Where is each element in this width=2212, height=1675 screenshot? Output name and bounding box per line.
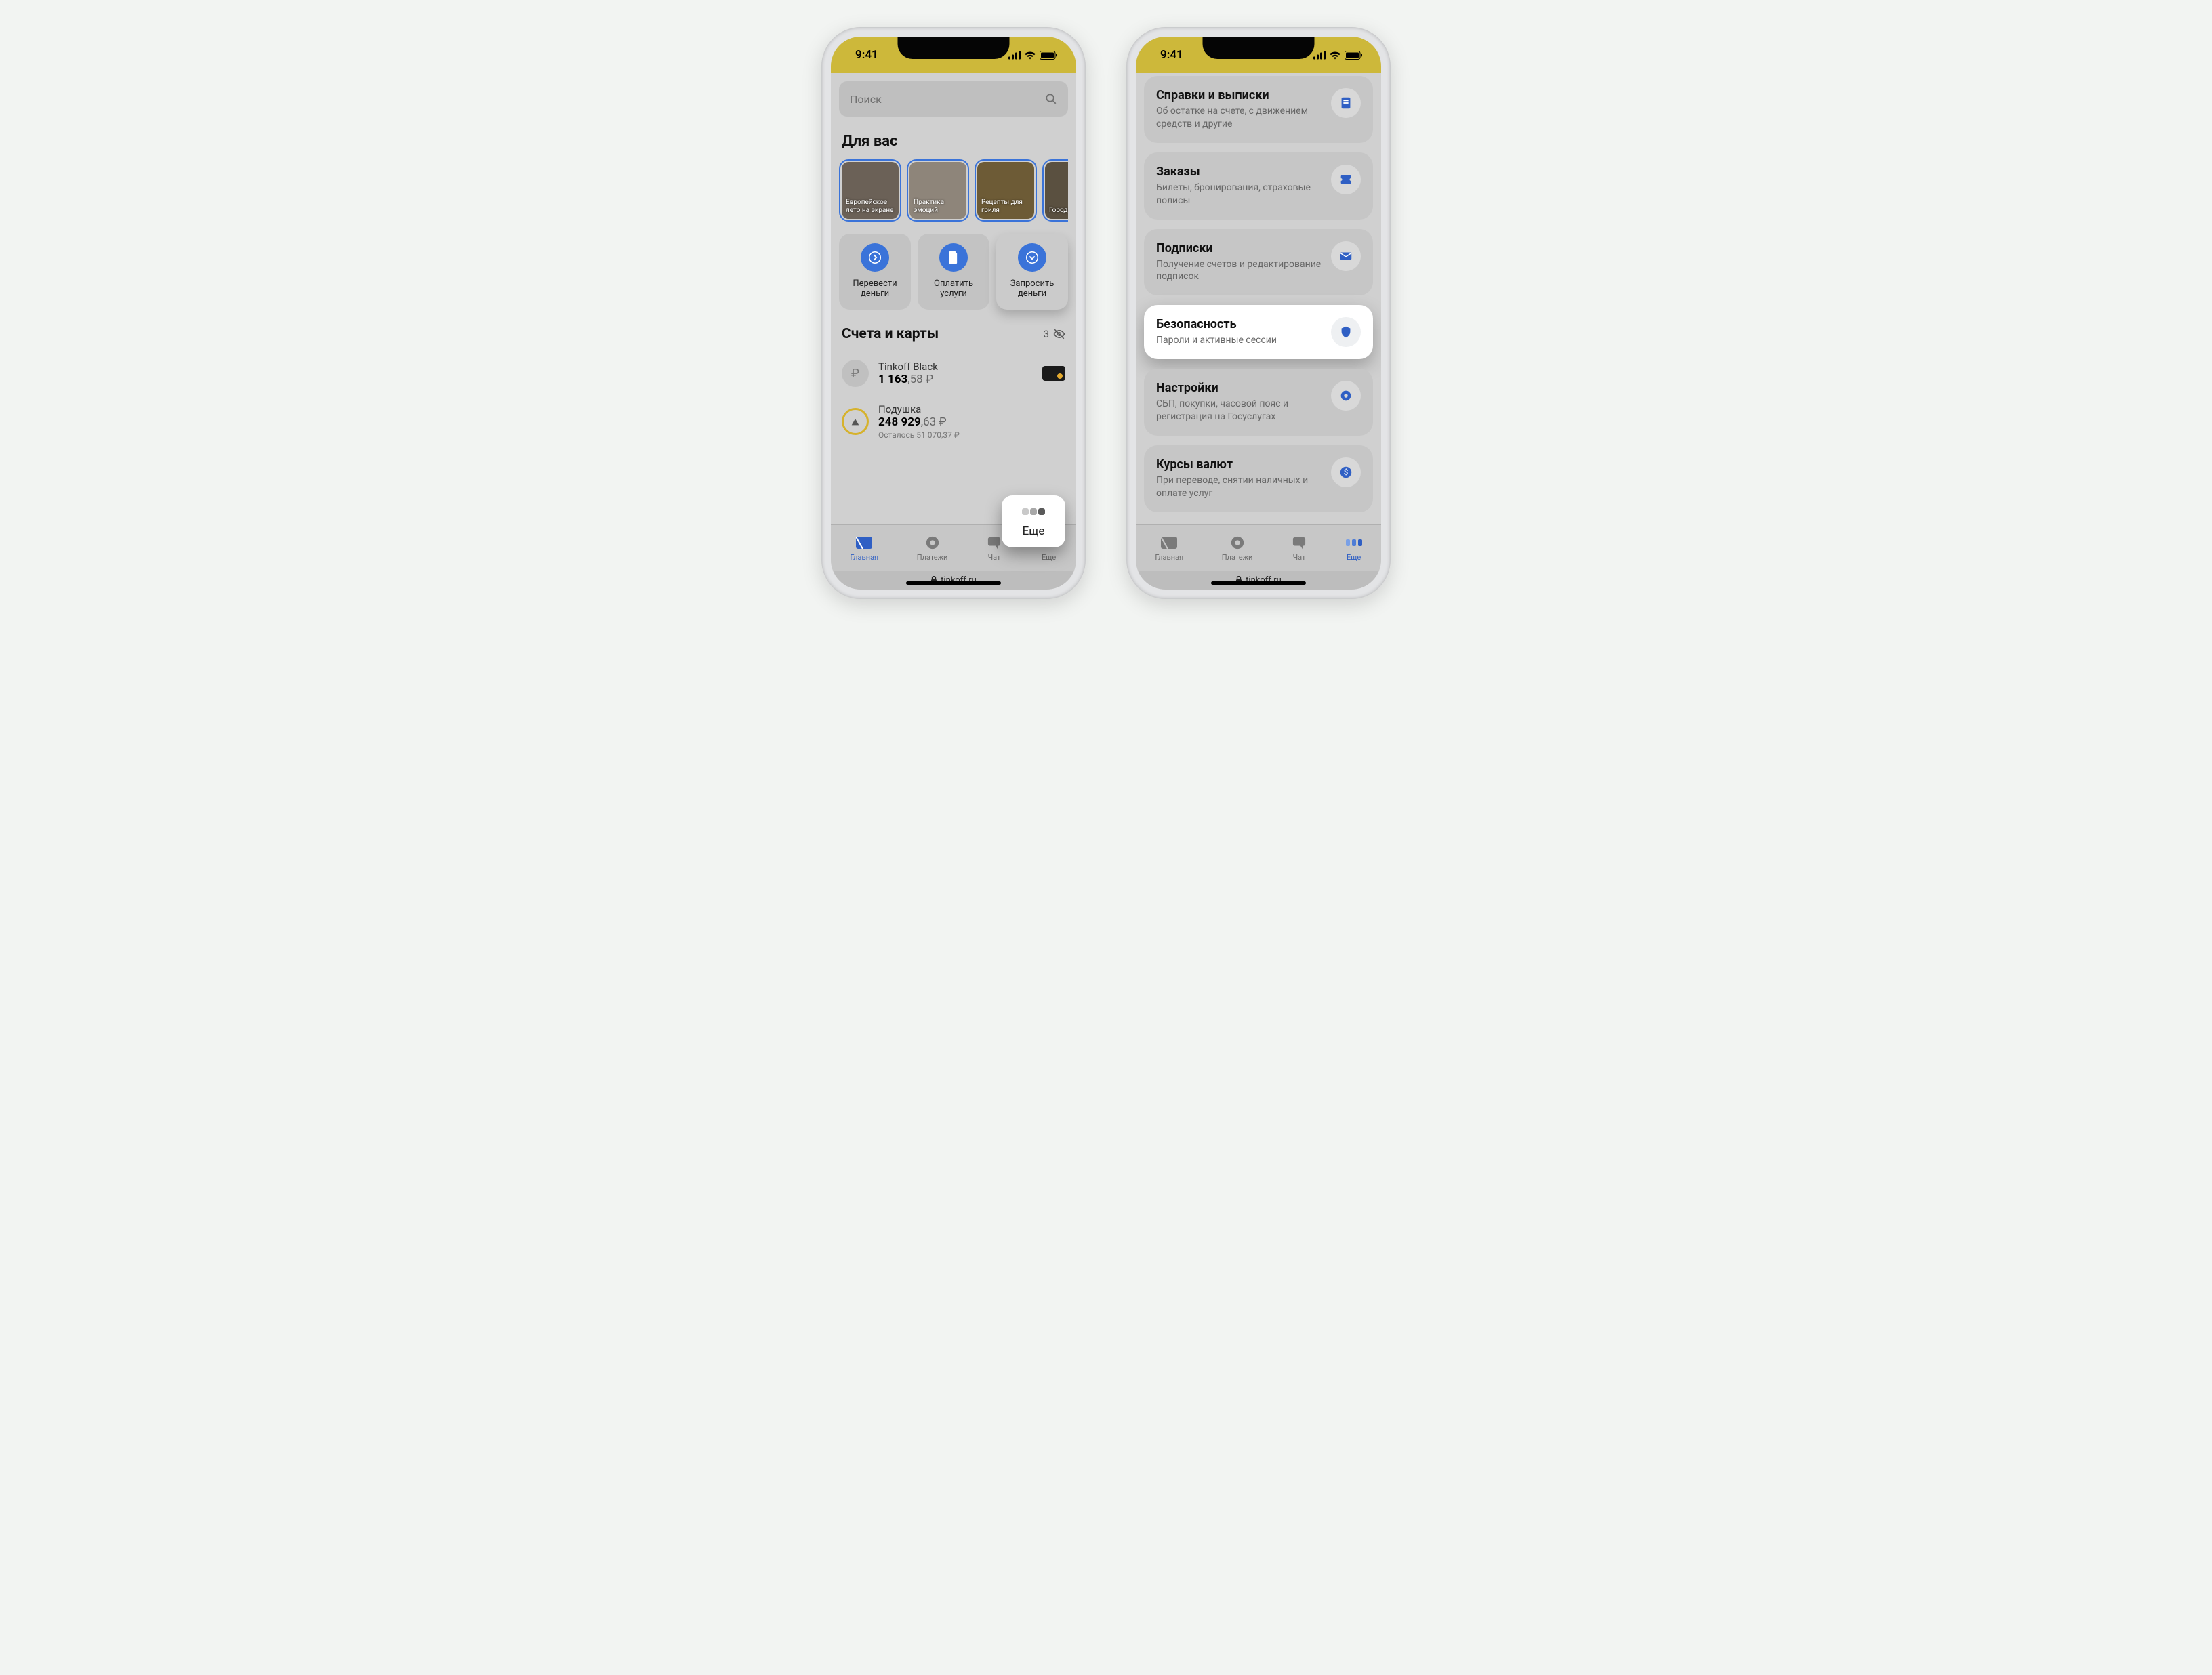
more-icon <box>1346 535 1362 551</box>
item-title: Подписки <box>1156 241 1322 255</box>
battery-icon <box>1040 51 1057 60</box>
more-dots-icon <box>1008 505 1059 518</box>
account-name: Tinkoff Black <box>878 360 1033 373</box>
wifi-icon <box>1025 51 1036 60</box>
status-time: 9:41 <box>1160 48 1183 62</box>
tab-payments[interactable]: Платежи <box>917 535 948 562</box>
account-sub: Осталось 51 070,37 ₽ <box>878 430 1065 440</box>
story-card[interactable]: Европейское лето на экране <box>839 159 901 222</box>
item-title: Настройки <box>1156 381 1322 395</box>
search-icon <box>1045 93 1057 105</box>
account-name: Подушка <box>878 403 1065 415</box>
action-pay[interactable]: Оплатить услуги <box>918 234 989 310</box>
signal-icon <box>1313 51 1326 60</box>
story-label: Города киноге <box>1049 207 1068 215</box>
tab-more[interactable]: Еще <box>1346 535 1362 562</box>
tab-chat[interactable]: Чат <box>986 535 1002 562</box>
story-card[interactable]: Рецепты для гриля <box>975 159 1037 222</box>
story-card[interactable]: Города киноге <box>1042 159 1068 222</box>
list-item-gear[interactable]: Настройки СБП, покупки, часовой пояс и ре… <box>1144 369 1373 436</box>
ruble-icon: ₽ <box>842 360 869 387</box>
action-label: Оплатить услуги <box>922 278 985 299</box>
payments-icon <box>1229 535 1246 551</box>
status-time: 9:41 <box>855 48 878 62</box>
tab-chat[interactable]: Чат <box>1291 535 1307 562</box>
stories-row[interactable]: Европейское лето на экране Практика эмоц… <box>839 159 1068 222</box>
phone-mockup-2: 9:41 Справки и выписки Об остатке на счет… <box>1126 27 1391 599</box>
document-icon <box>939 243 968 272</box>
tab-home[interactable]: Главная <box>850 535 878 562</box>
for-you-heading: Для вас <box>842 133 1068 150</box>
chat-icon <box>1291 535 1307 551</box>
item-title: Курсы валют <box>1156 457 1322 472</box>
ticket-icon <box>1331 165 1361 194</box>
home-indicator <box>1211 581 1306 585</box>
item-desc: Об остатке на счете, с движением средств… <box>1156 105 1322 131</box>
list-item-mail[interactable]: Подписки Получение счетов и редактировани… <box>1144 229 1373 296</box>
browser-url-bar: tinkoff.ru <box>1136 571 1381 590</box>
chat-icon <box>986 535 1002 551</box>
hidden-count[interactable]: 3 <box>1044 328 1065 340</box>
card-icon <box>1042 366 1065 381</box>
account-row[interactable]: Подушка 248 929,63 ₽ Осталось 51 070,37 … <box>839 395 1068 448</box>
search-input[interactable]: Поиск <box>839 81 1068 117</box>
battery-icon <box>1345 51 1362 60</box>
item-desc: Пароли и активные сессии <box>1156 334 1322 347</box>
action-transfer[interactable]: Перевести деньги <box>839 234 911 310</box>
tab-bar: Главная Платежи Чат Еще <box>1136 524 1381 571</box>
action-label: Запросить деньги <box>1000 278 1064 299</box>
arrow-right-icon <box>861 243 889 272</box>
doc-icon <box>1331 88 1361 118</box>
svg-text:$: $ <box>1344 468 1348 477</box>
list-item-dollar[interactable]: Курсы валют При переводе, снятии наличных… <box>1144 445 1373 512</box>
item-desc: Получение счетов и редактирование подпис… <box>1156 258 1322 284</box>
gear-icon <box>1331 381 1361 411</box>
home-icon <box>1161 535 1177 551</box>
tab-payments[interactable]: Платежи <box>1222 535 1253 562</box>
dollar-icon: $ <box>1331 457 1361 487</box>
shield-icon <box>1331 317 1361 347</box>
item-desc: При переводе, снятии наличных и оплате у… <box>1156 474 1322 500</box>
notch <box>898 37 1010 59</box>
more-popover[interactable]: Еще <box>1002 495 1065 547</box>
item-title: Справки и выписки <box>1156 88 1322 102</box>
tab-home[interactable]: Главная <box>1155 535 1183 562</box>
action-label: Перевести деньги <box>843 278 907 299</box>
goal-icon <box>842 408 869 435</box>
item-desc: СБП, покупки, часовой пояс и регистрация… <box>1156 398 1322 423</box>
mail-icon <box>1331 241 1361 271</box>
accounts-heading: Счета и карты <box>842 326 939 342</box>
arrow-down-icon <box>1018 243 1046 272</box>
list-item-shield[interactable]: Безопасность Пароли и активные сессии <box>1144 305 1373 359</box>
list-item-ticket[interactable]: Заказы Билеты, бронирования, страховые по… <box>1144 152 1373 220</box>
payments-icon <box>924 535 941 551</box>
home-indicator <box>906 581 1001 585</box>
story-label: Практика эмоций <box>914 199 962 215</box>
signal-icon <box>1008 51 1021 60</box>
phone-mockup-1: 9:41 Поиск Для вас Европейское лето на э… <box>821 27 1086 599</box>
story-label: Европейское лето на экране <box>846 199 895 215</box>
item-title: Безопасность <box>1156 317 1322 331</box>
account-row[interactable]: ₽ Tinkoff Black 1 163,58 ₽ <box>839 352 1068 395</box>
notch <box>1203 37 1315 59</box>
action-request[interactable]: Запросить деньги <box>996 234 1068 310</box>
eye-off-icon <box>1053 328 1065 340</box>
browser-url-bar: tinkoff.ru <box>831 571 1076 590</box>
popover-label: Еще <box>1008 524 1059 538</box>
story-card[interactable]: Практика эмоций <box>907 159 969 222</box>
item-desc: Билеты, бронирования, страховые полисы <box>1156 182 1322 207</box>
search-placeholder: Поиск <box>850 93 1045 106</box>
item-title: Заказы <box>1156 165 1322 179</box>
list-item-doc[interactable]: Справки и выписки Об остатке на счете, с … <box>1144 76 1373 143</box>
story-label: Рецепты для гриля <box>981 199 1030 215</box>
wifi-icon <box>1330 51 1340 60</box>
home-icon <box>856 535 872 551</box>
